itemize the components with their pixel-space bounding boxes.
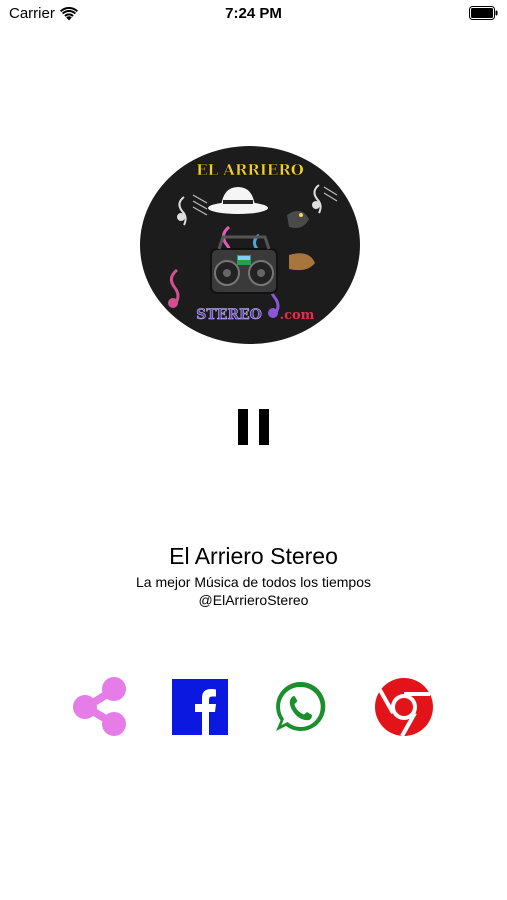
status-bar: Carrier 7:24 PM [0, 0, 507, 28]
share-buttons-row [0, 674, 507, 740]
facebook-icon [172, 679, 228, 735]
whatsapp-button[interactable] [272, 679, 332, 743]
svg-text:EL ARRIERO: EL ARRIERO [196, 161, 304, 179]
battery-icon [469, 6, 499, 20]
facebook-button[interactable] [172, 679, 232, 743]
station-subtitle: La mejor Música de todos los tiempos [136, 574, 371, 590]
svg-text:STEREO: STEREO [196, 307, 262, 323]
pause-button[interactable] [236, 409, 272, 445]
share-button[interactable] [70, 674, 130, 738]
chrome-button[interactable] [374, 677, 434, 741]
svg-text:.com: .com [280, 308, 315, 323]
status-time: 7:24 PM [225, 5, 282, 22]
share-icon [73, 677, 126, 736]
pause-icon-bar [259, 409, 269, 445]
pause-icon [238, 409, 248, 445]
chrome-icon [375, 678, 433, 737]
station-logo: EL ARRIERO STEREO .com [139, 145, 361, 345]
station-title: El Arriero Stereo [169, 543, 338, 569]
whatsapp-icon [276, 681, 326, 731]
station-handle: @ElArrieroStereo [198, 592, 309, 608]
